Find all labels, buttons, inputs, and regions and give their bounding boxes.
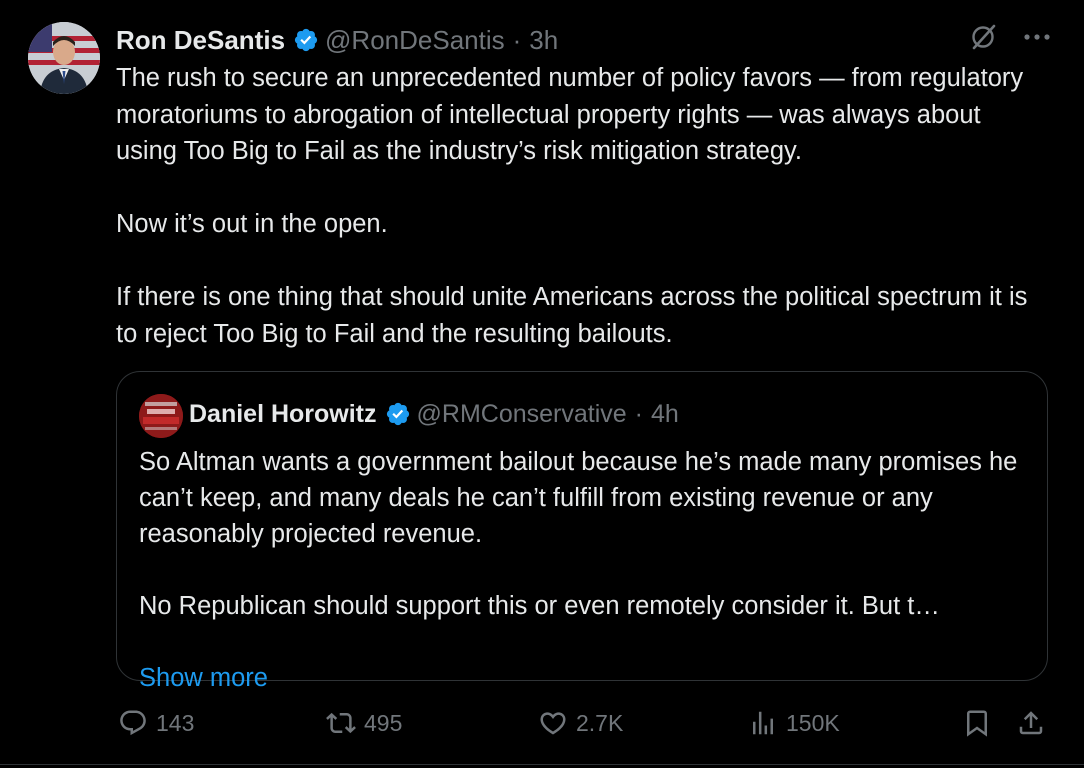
reply-count: 143 (156, 709, 195, 736)
quote-timestamp[interactable]: 4h (651, 400, 679, 429)
share-icon (1019, 711, 1043, 735)
views-icon (753, 711, 773, 735)
repost-button[interactable]: 495 (326, 703, 402, 743)
tweet-paragraph: Now it’s out in the open. (116, 210, 388, 238)
like-button[interactable]: 2.7K (538, 703, 623, 743)
separator-dot: · (634, 399, 643, 428)
like-icon (540, 712, 566, 735)
tweet[interactable]: Ron DeSantis @RonDeSantis · 3h The rush … (0, 0, 1084, 768)
tweet-paragraph: If there is one thing that should unite … (116, 283, 1028, 348)
tweet-paragraph: The rush to secure an unprecedented numb… (116, 64, 1024, 165)
views-count: 150K (786, 709, 840, 736)
tweet-timestamp[interactable]: 3h (529, 25, 558, 56)
quote-text: So Altman wants a government bailout bec… (139, 444, 1029, 696)
author-name[interactable]: Ron DeSantis (116, 25, 285, 56)
quote-author-avatar[interactable] (139, 394, 183, 438)
author-avatar[interactable] (28, 22, 100, 94)
reply-icon (120, 710, 146, 736)
author-handle[interactable]: @RonDeSantis (325, 25, 505, 56)
quote-tweet[interactable]: Daniel Horowitz @RMConservative · 4h So … (116, 371, 1048, 692)
verified-badge-icon (293, 27, 319, 53)
repost-count: 495 (364, 709, 403, 736)
quote-header: Daniel Horowitz @RMConservative · 4h (189, 396, 679, 432)
quote-author-name[interactable]: Daniel Horowitz (189, 400, 377, 429)
tweet-header: Ron DeSantis @RonDeSantis · 3h (116, 22, 558, 58)
quote-author-handle[interactable]: @RMConservative (417, 400, 627, 429)
quote-paragraph: So Altman wants a government bailout bec… (139, 448, 1018, 548)
like-count: 2.7K (576, 709, 624, 736)
action-bar: 143 495 2.7K 150K (116, 703, 1056, 743)
tweet-text: The rush to secure an unprecedented numb… (116, 60, 1046, 352)
verified-badge-icon (385, 401, 411, 427)
reply-button[interactable]: 143 (118, 703, 194, 743)
header-actions (968, 22, 1050, 52)
bookmark-icon (967, 710, 987, 737)
views-button[interactable]: 150K (748, 703, 840, 743)
divider (0, 764, 1084, 765)
more-icon[interactable] (1024, 32, 1050, 42)
grok-icon[interactable] (968, 22, 998, 52)
quote-paragraph: No Republican should support this or eve… (139, 592, 940, 620)
show-more-link[interactable]: Show more (139, 664, 268, 692)
share-button[interactable] (1016, 703, 1054, 743)
separator-dot: · (512, 24, 522, 55)
bookmark-button[interactable] (962, 703, 1000, 743)
repost-icon (326, 712, 356, 734)
